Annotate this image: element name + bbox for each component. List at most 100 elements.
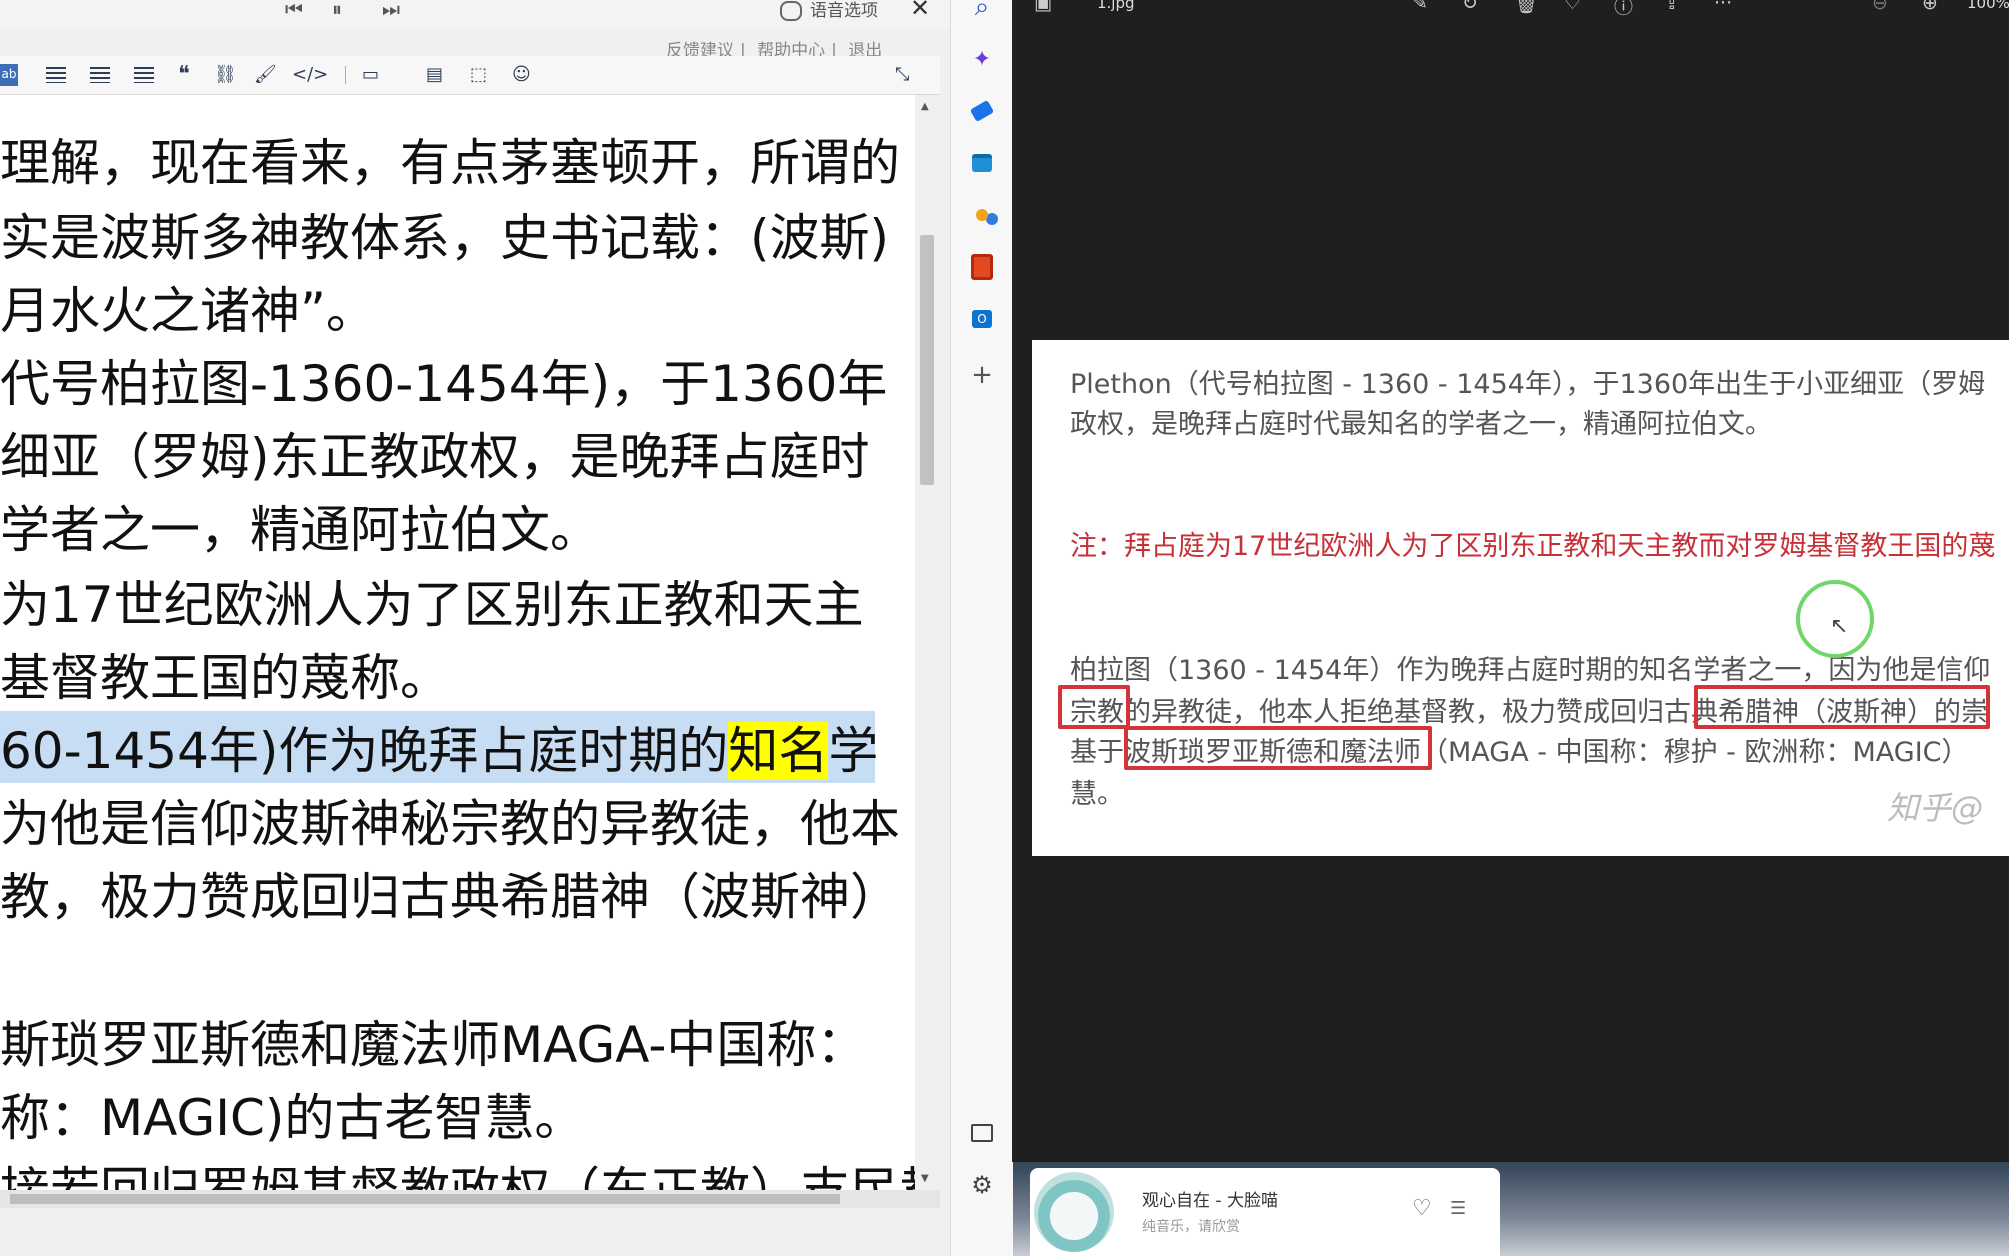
playlist-icon[interactable]: ☰ <box>1450 1198 1466 1219</box>
pause-icon[interactable]: ⏸ <box>332 0 342 22</box>
selected-text: 60-1454年)作为晚拜占庭时期的 <box>0 722 729 780</box>
office-icon[interactable] <box>967 252 997 282</box>
document-line: 基督教王国的蔑称。 <box>0 649 450 707</box>
document-line: 月水火之诸神”。 <box>0 282 376 340</box>
editor-toolbar: ab ❝ ⛓ 🖌 </> ▭ ▤ ⬚ ☺ ⤡ <box>0 56 940 95</box>
highlighted-text: 知名 <box>728 722 829 780</box>
collapse-button[interactable]: ⤡ <box>895 64 909 86</box>
song-subtitle: 纯音乐，请欣赏 <box>1142 1219 1240 1235</box>
next-icon[interactable]: ⏭ <box>382 0 400 22</box>
document-line: 代号柏拉图-1360-1454年)，于1360年 <box>0 355 888 413</box>
zoom-in-icon[interactable]: ⊕ <box>1922 0 1938 14</box>
share-icon[interactable]: ⇪ <box>1664 0 1680 14</box>
highlight-text-button[interactable]: ab <box>0 64 18 86</box>
shopping-tag-icon[interactable] <box>967 96 997 126</box>
mouse-cursor-icon: ↖ <box>1830 614 1849 639</box>
image-text-line: 政权，是晚拜占庭时代最知名的学者之一，精通阿拉伯文。 <box>1070 409 1772 440</box>
voice-option-label: 语音选项 <box>810 1 878 21</box>
document-button[interactable]: ▤ <box>426 64 443 86</box>
album-art[interactable] <box>1034 1172 1114 1252</box>
document-line: 为他是信仰波斯神秘宗教的异教徒，他本 <box>0 795 900 853</box>
search-icon[interactable]: ⌕ <box>967 0 997 22</box>
zoom-out-icon[interactable]: ⊖ <box>1872 0 1888 14</box>
close-reader-icon[interactable]: ✕ <box>910 0 930 22</box>
displayed-image[interactable]: Plethon（代号柏拉图 - 1360 - 1454年），于1360年出生于小… <box>1032 340 2009 856</box>
sidebar-panel-icon[interactable] <box>967 1118 997 1148</box>
add-icon[interactable]: + <box>967 360 997 390</box>
document-line: 斯琐罗亚斯德和魔法师MAGA-中国称： <box>0 1016 867 1074</box>
select-area-button[interactable]: ⬚ <box>470 64 487 86</box>
scroll-down-icon[interactable]: ▼ <box>921 1173 929 1184</box>
edit-icon[interactable]: ✎ <box>1412 0 1428 14</box>
file-name: 1.jpg <box>1097 0 1135 12</box>
selected-document-line: 60-1454年)作为晚拜占庭时期的知名学 <box>0 711 879 783</box>
image-note-line: 注：拜占庭为17世纪欧洲人为了区别东正教和天主教而对罗姆基督教王国的蔑 <box>1070 531 1996 562</box>
reader-controls-bar: ⏮ ⏸ ⏭ 语音选项 ✕ <box>0 0 950 28</box>
annotation-box <box>1058 685 1130 729</box>
document-line: 理解，现在看来，有点茅塞顿开，所谓的 <box>0 134 900 192</box>
voice-option-button[interactable]: 语音选项 <box>780 0 878 21</box>
paint-brush-icon: 🖌 <box>254 64 277 85</box>
document-content[interactable]: 理解，现在看来，有点茅塞顿开，所谓的 实是波斯多神教体系，史书记载：(波斯) 月… <box>0 95 915 1190</box>
toolbar-divider <box>345 66 346 84</box>
like-icon[interactable]: ♡ <box>1412 1196 1432 1221</box>
collapse-icon: ⤡ <box>895 64 910 85</box>
more-icon[interactable]: ··· <box>1714 0 1732 14</box>
horizontal-scrollbar-thumb[interactable] <box>10 1194 840 1204</box>
browser-sidebar: ⌕ ✦ O + ⚙ <box>950 0 1013 1256</box>
zoom-level: 100% <box>1967 0 2009 12</box>
viewer-toolbar: ▣ 1.jpg ✎ ↻ 🗑 ♡ ⓘ ⇪ ··· ⊖ ⊕ 100% <box>1012 0 2009 18</box>
tools-icon[interactable] <box>967 148 997 178</box>
quote-button[interactable]: ❝ <box>178 64 190 86</box>
favorite-icon[interactable]: ♡ <box>1564 0 1581 14</box>
gallery-icon[interactable]: ▣ <box>1034 0 1052 14</box>
delete-icon[interactable]: 🗑 <box>1514 0 1538 15</box>
align-button[interactable] <box>46 64 66 86</box>
code-icon: </> <box>292 64 329 85</box>
scroll-up-icon[interactable]: ▲ <box>921 101 929 112</box>
document-line: 教，极力赞成回归古典希腊神（波斯神） <box>0 868 900 926</box>
annotation-box <box>1124 726 1432 770</box>
align-icon <box>46 67 66 83</box>
image-text-line: Plethon（代号柏拉图 - 1360 - 1454年），于1360年出生于小… <box>1070 369 1986 400</box>
link-icon: ⛓ <box>214 64 237 85</box>
emoji-icon: ☺ <box>512 64 531 85</box>
bullet-list-icon <box>90 67 110 83</box>
horizontal-scrollbar[interactable] <box>0 1190 940 1208</box>
quote-icon: ❝ <box>178 62 190 87</box>
song-title: 观心自在 - 大脸喵 <box>1142 1191 1278 1211</box>
previous-icon[interactable]: ⏮ <box>285 0 303 22</box>
outlook-icon[interactable]: O <box>967 304 997 334</box>
document-line: 为17世纪欧洲人为了区别东正教和天主 <box>0 576 864 634</box>
info-icon[interactable]: ⓘ <box>1614 0 1633 19</box>
voice-settings-icon <box>780 1 802 21</box>
numbered-list-icon <box>134 67 154 83</box>
bullet-list-button[interactable] <box>90 64 110 86</box>
settings-icon[interactable]: ⚙ <box>967 1170 997 1200</box>
copilot-icon[interactable]: ✦ <box>967 44 997 74</box>
code-button[interactable]: </> <box>292 64 328 86</box>
watermark-text: 知乎@ <box>1887 789 1984 827</box>
image-text-line: 慧。 <box>1070 779 1124 810</box>
link-button[interactable]: ⛓ <box>214 64 237 86</box>
select-area-icon: ⬚ <box>470 64 488 85</box>
editor-window: ⏮ ⏸ ⏭ 语音选项 ✕ 反馈建议 | 帮助中心 | 退出 ab ❝ ⛓ 🖌 </>… <box>0 0 950 1256</box>
annotation-box <box>1694 685 1990 729</box>
format-painter-button[interactable]: 🖌 <box>254 64 277 86</box>
document-line: 细亚（罗姆)东正教政权，是晚拜占庭时 <box>0 428 870 486</box>
selected-text-tail: 学 <box>828 722 879 780</box>
emoji-button[interactable]: ☺ <box>512 64 531 86</box>
people-icon[interactable] <box>967 200 997 230</box>
document-line: 学者之一，精通阿拉伯文。 <box>0 501 600 559</box>
scrollbar-thumb[interactable] <box>920 235 934 485</box>
music-player-widget[interactable]: 观心自在 - 大脸喵 纯音乐，请欣赏 ♡ ☰ <box>1030 1168 1500 1256</box>
rotate-icon[interactable]: ↻ <box>1462 0 1478 14</box>
image-icon: ▭ <box>362 64 380 85</box>
photo-viewer-window: ▣ 1.jpg ✎ ↻ 🗑 ♡ ⓘ ⇪ ··· ⊖ ⊕ 100% Plethon… <box>1012 0 2009 1162</box>
document-line: 接若回归罗姆基督教政权（东正教）支民教 <box>0 1151 915 1190</box>
document-icon: ▤ <box>426 64 444 85</box>
vertical-scrollbar[interactable]: ▲ ▼ <box>917 95 937 1190</box>
insert-image-button[interactable]: ▭ <box>362 64 379 86</box>
numbered-list-button[interactable] <box>134 64 154 86</box>
document-line: 称：MAGIC)的古老智慧。 <box>0 1089 585 1147</box>
